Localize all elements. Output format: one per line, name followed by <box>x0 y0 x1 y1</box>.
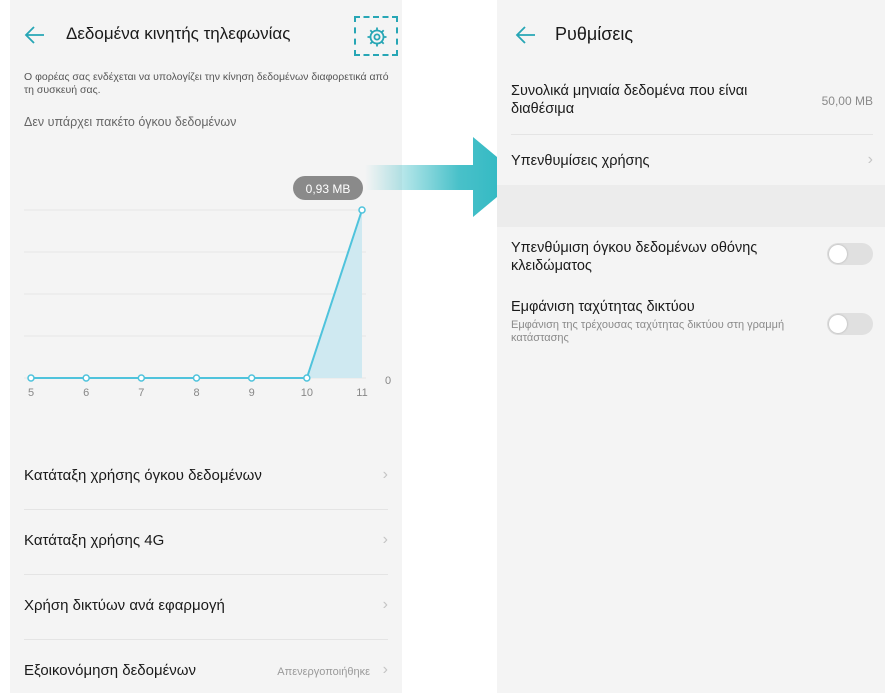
row-network-speed: Εμφάνιση ταχύτητας δικτύου Εμφάνιση της … <box>511 287 873 357</box>
section-divider <box>497 185 885 227</box>
top-bar: Ρυθμίσεις <box>497 0 885 72</box>
page-title: Ρυθμίσεις <box>555 24 634 44</box>
row-sublabel: Εμφάνιση της τρέχουσας ταχύτητας δικτύου… <box>511 319 785 344</box>
row-label: Εμφάνιση ταχύτητας δικτύου <box>511 299 695 315</box>
toggle-knob <box>829 315 847 333</box>
toggle-knob <box>829 245 847 263</box>
row-label: Υπενθυμίσεις χρήσης <box>511 153 650 169</box>
settings-screen: Ρυθμίσεις Συνολικά μηνιαία δεδομένα που … <box>497 0 885 693</box>
monthly-data-value: 50,00 MB <box>821 94 873 108</box>
row-monthly-data[interactable]: Συνολικά μηνιαία δεδομένα που είναι διαθ… <box>511 72 873 135</box>
chevron-right-icon: › <box>867 151 873 168</box>
row-label: Υπενθύμιση όγκου δεδομένων οθόνης κλειδώ… <box>511 240 758 274</box>
network-speed-toggle[interactable] <box>827 313 873 335</box>
lock-reminder-toggle[interactable] <box>827 243 873 265</box>
row-lock-screen-reminder: Υπενθύμιση όγκου δεδομένων οθόνης κλειδώ… <box>511 227 873 285</box>
back-arrow-icon[interactable] <box>515 24 537 46</box>
row-label: Συνολικά μηνιαία δεδομένα που είναι διαθ… <box>511 83 748 117</box>
row-usage-reminders[interactable]: Υπενθυμίσεις χρήσης › <box>511 135 873 185</box>
